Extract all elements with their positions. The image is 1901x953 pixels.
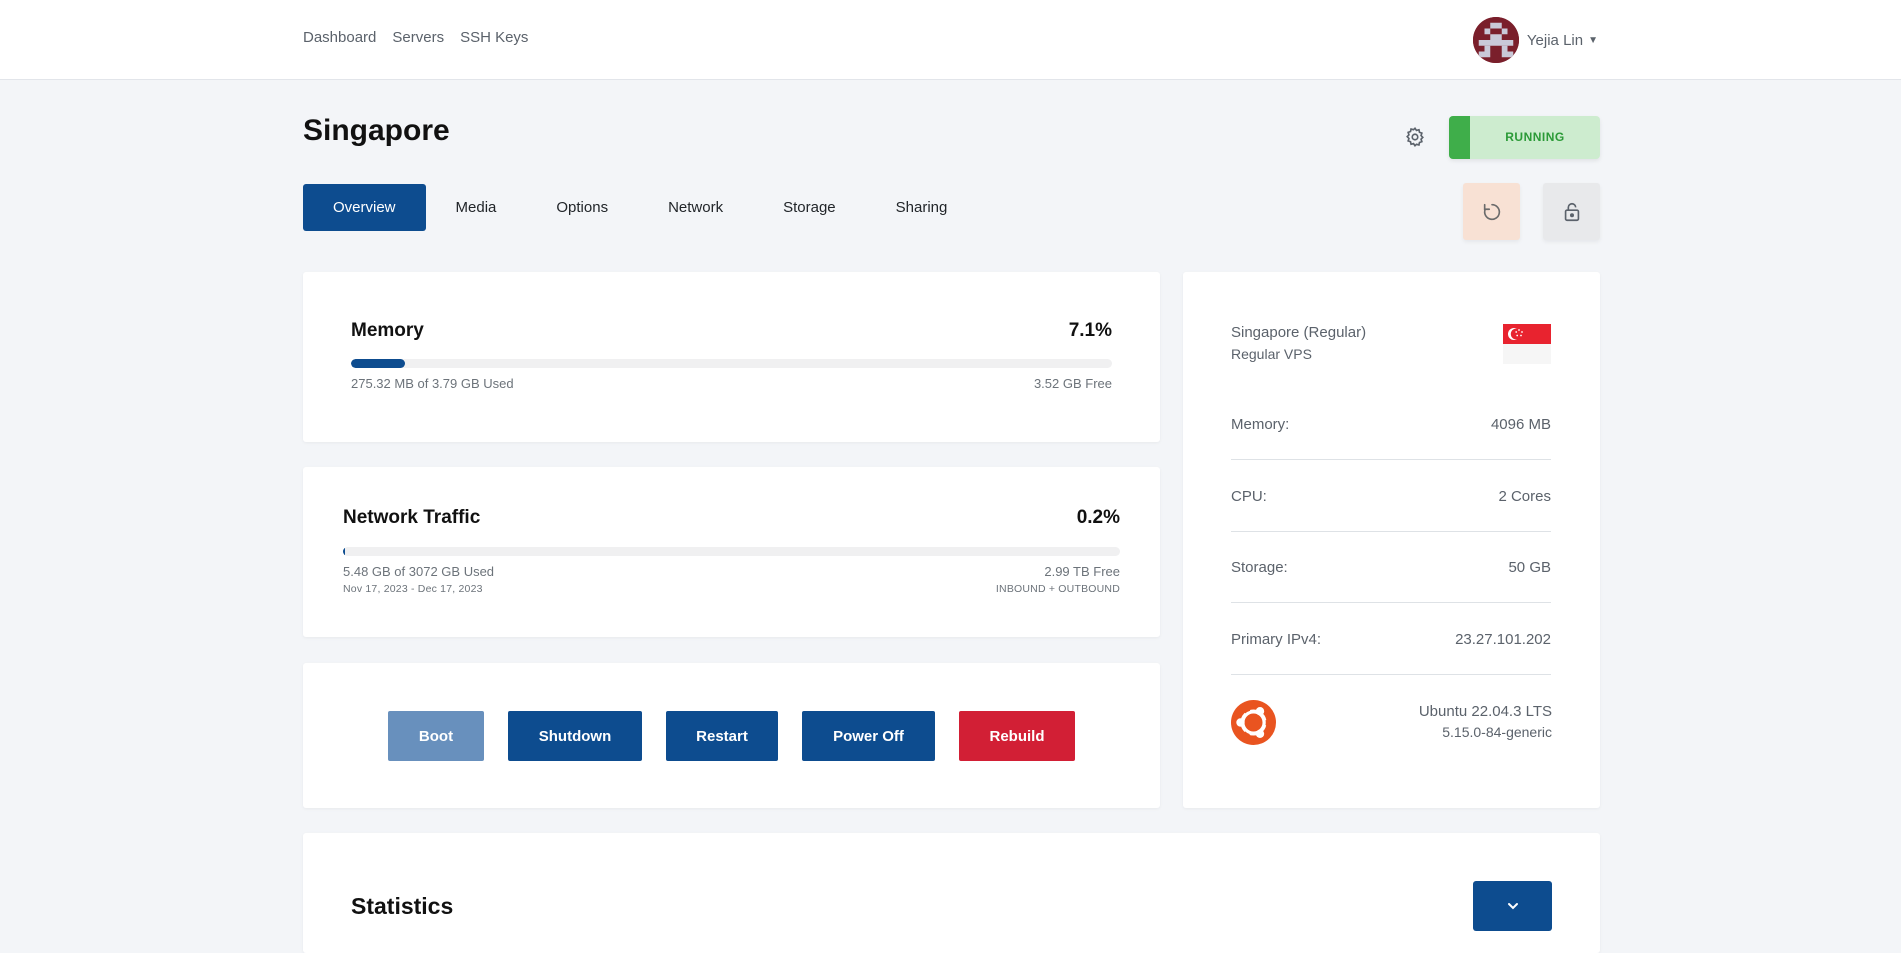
memory-percent: 7.1% [1068, 320, 1112, 341]
tab-storage[interactable]: Storage [753, 184, 866, 231]
memory-used: 275.32 MB of 3.79 GB Used [351, 376, 514, 391]
top-navbar: Dashboard Servers SSH Keys Yejia Lin ▼ [0, 0, 1901, 80]
plan-name: Regular VPS [1231, 346, 1312, 362]
nav-links: Dashboard Servers SSH Keys [303, 29, 528, 46]
spec-key: Memory: [1231, 416, 1290, 433]
server-specs-card: Singapore (Regular) Regular VPS Memory: … [1183, 272, 1600, 808]
spec-row-memory: Memory: 4096 MB [1231, 389, 1551, 460]
quick-lock-button[interactable] [1543, 183, 1600, 240]
spec-key: CPU: [1231, 488, 1267, 505]
statistics-toggle-button[interactable] [1473, 881, 1552, 931]
memory-progress-fill [351, 359, 406, 368]
traffic-direction: INBOUND + OUTBOUND [995, 583, 1120, 595]
traffic-percent: 0.2% [1076, 507, 1120, 528]
memory-progress [351, 359, 1112, 368]
traffic-free: 2.99 TB Free [1044, 564, 1120, 579]
lock-icon [1564, 202, 1579, 221]
restart-icon [1483, 203, 1500, 220]
tab-media[interactable]: Media [426, 184, 527, 231]
network-traffic-card: Network Traffic 0.2% 5.48 GB of 3072 GB … [303, 467, 1160, 637]
shutdown-button[interactable]: Shutdown [508, 711, 642, 761]
nav-link-ssh-keys[interactable]: SSH Keys [460, 29, 528, 46]
tab-sharing[interactable]: Sharing [866, 184, 978, 231]
status-stripe [1449, 116, 1470, 159]
spec-key: Primary IPv4: [1231, 631, 1322, 648]
tab-overview[interactable]: Overview [303, 184, 426, 231]
tab-bar: Overview Media Options Network Storage S… [303, 184, 977, 231]
boot-button[interactable]: Boot [388, 711, 484, 761]
caret-down-icon: ▼ [1588, 34, 1598, 46]
traffic-period: Nov 17, 2023 - Dec 17, 2023 [343, 583, 483, 595]
spec-value: 4096 MB [1490, 416, 1551, 433]
user-menu[interactable]: Yejia Lin ▼ [1472, 17, 1598, 63]
user-name: Yejia Lin [1526, 31, 1584, 49]
chevron-down-icon [1507, 903, 1518, 910]
spec-row-storage: Storage: 50 GB [1231, 532, 1551, 603]
power-off-button[interactable]: Power Off [802, 711, 935, 761]
power-actions-card: Boot Shutdown Restart Power Off Rebuild [303, 663, 1160, 808]
pixel-avatar-icon [1472, 17, 1519, 63]
page-title: Singapore [303, 114, 450, 147]
spec-row-cpu: CPU: 2 Cores [1231, 461, 1551, 532]
traffic-progress [343, 547, 1120, 556]
memory-card: Memory 7.1% 275.32 MB of 3.79 GB Used 3.… [303, 272, 1160, 442]
quick-restart-button[interactable] [1463, 183, 1520, 240]
status-label: RUNNING [1505, 130, 1565, 144]
spec-row-primary-ipv4: Primary IPv4: 23.27.101.202 [1231, 604, 1551, 675]
statistics-card: Statistics [303, 833, 1600, 953]
gear-icon[interactable] [1404, 126, 1426, 148]
avatar [1472, 17, 1519, 63]
location-name: Singapore (Regular) [1231, 324, 1367, 341]
status-badge: RUNNING [1449, 116, 1600, 159]
spec-value: 2 Cores [1498, 488, 1551, 505]
statistics-title: Statistics [351, 893, 454, 919]
tab-options[interactable]: Options [526, 184, 638, 231]
memory-free: 3.52 GB Free [1033, 376, 1112, 391]
ubuntu-icon [1231, 700, 1276, 745]
power-button-row: Boot Shutdown Restart Power Off Rebuild [303, 711, 1160, 761]
nav-link-servers[interactable]: Servers [392, 29, 444, 46]
spec-value[interactable]: 23.27.101.202 [1455, 604, 1551, 675]
traffic-progress-fill [343, 547, 345, 556]
traffic-used: 5.48 GB of 3072 GB Used [343, 564, 495, 579]
nav-link-dashboard[interactable]: Dashboard [303, 29, 376, 46]
restart-button[interactable]: Restart [666, 711, 778, 761]
traffic-title: Network Traffic [343, 507, 481, 528]
singapore-flag-icon [1503, 324, 1551, 364]
spec-value: 50 GB [1508, 559, 1551, 576]
rebuild-button[interactable]: Rebuild [959, 711, 1075, 761]
os-name: Ubuntu 22.04.3 LTS [1418, 703, 1552, 720]
spec-key: Storage: [1231, 559, 1288, 576]
os-kernel: 5.15.0-84-generic [1442, 724, 1552, 740]
tab-network[interactable]: Network [638, 184, 753, 231]
memory-title: Memory [351, 320, 424, 341]
